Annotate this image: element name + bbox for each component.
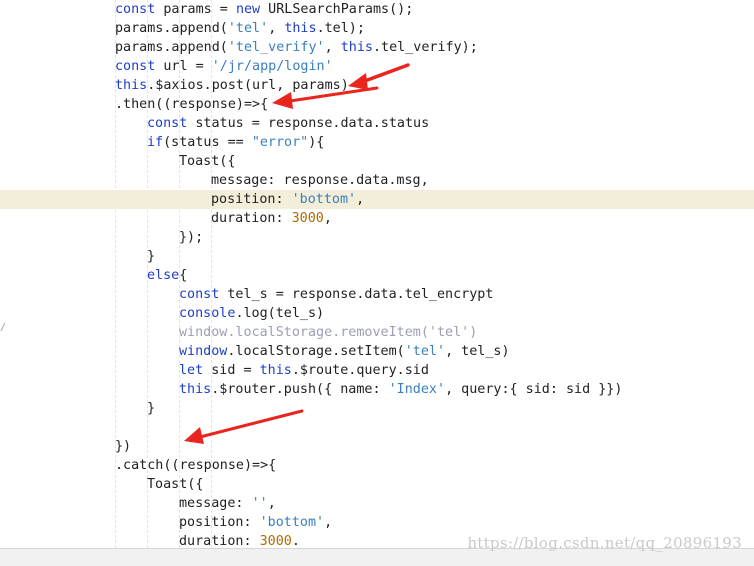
code-editor[interactable]: const params = new URLSearchParams(); par… (0, 0, 754, 548)
annotation-overlay (184, 63, 410, 444)
red-arrow (184, 409, 304, 444)
red-arrow (272, 86, 379, 109)
watermark: https://blog.csdn.net/qq_20896193 (467, 534, 742, 552)
red-arrow (348, 63, 410, 90)
